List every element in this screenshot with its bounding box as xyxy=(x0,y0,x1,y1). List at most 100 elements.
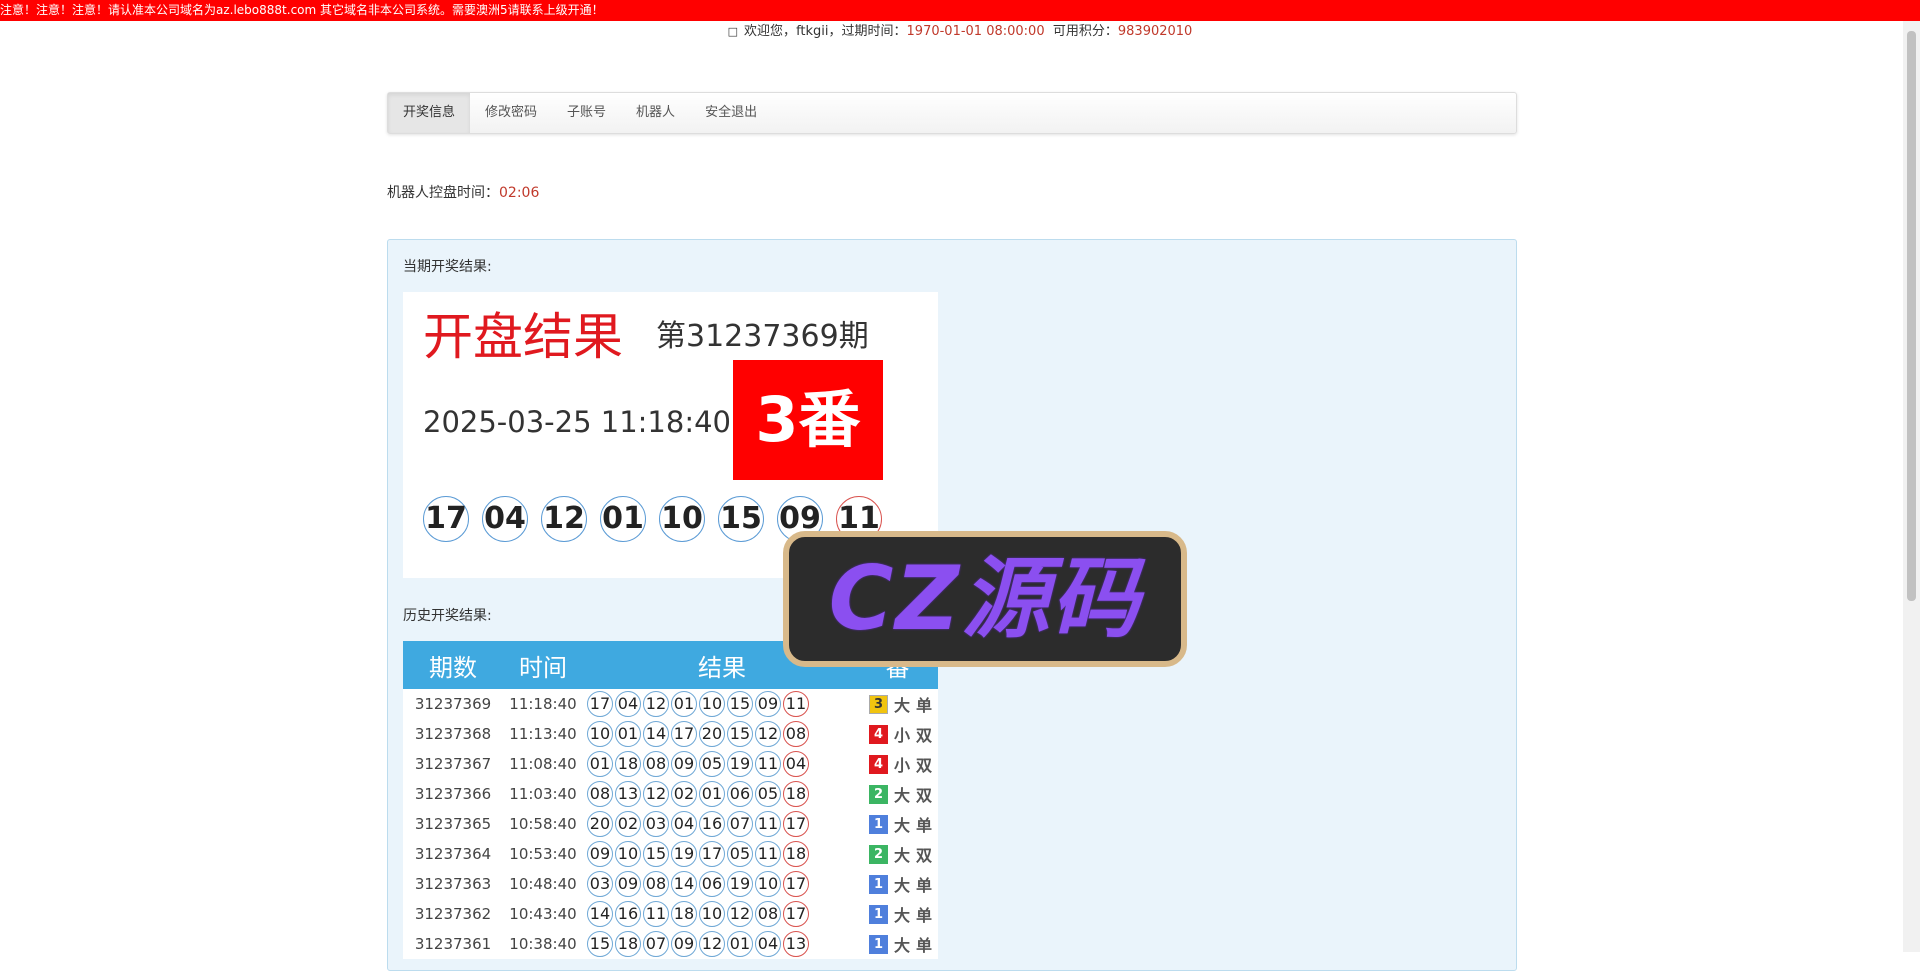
row-fan: 4小双 xyxy=(857,749,938,779)
number-ball: 01 xyxy=(698,781,725,807)
col-header-issue: 期数 xyxy=(428,653,477,682)
welcome-prefix: 欢迎您， xyxy=(744,24,797,39)
row-time: 11:08:40 xyxy=(509,755,577,773)
size-tag: 大 xyxy=(893,816,910,835)
fan-badge: 1 xyxy=(868,934,888,954)
row-time: 11:03:40 xyxy=(509,785,577,803)
nav-item-logout[interactable]: 安全退出 xyxy=(690,93,772,133)
number-ball: 06 xyxy=(698,871,725,897)
number-ball: 17 xyxy=(698,841,725,867)
fan-badge: 3 xyxy=(868,694,888,714)
number-ball: 20 xyxy=(698,721,725,747)
number-ball: 10 xyxy=(698,901,725,927)
number-ball: 15 xyxy=(726,691,753,717)
row-balls: 08 13 12 02 01 06 05 18 xyxy=(583,779,857,809)
size-tag: 大 xyxy=(893,936,910,955)
number-ball: 15 xyxy=(718,496,764,542)
row-balls: 03 09 08 14 06 19 10 17 xyxy=(583,869,857,899)
table-row: 31237364 10:53:40 09 10 15 19 17 05 11 18 2 大双 xyxy=(403,839,938,869)
result-title: 开盘结果 xyxy=(423,308,623,366)
nav-item-draw-info[interactable]: 开奖信息 xyxy=(388,93,471,133)
col-header-time: 时间 xyxy=(518,653,567,682)
row-balls: 14 16 11 18 10 12 08 17 xyxy=(583,899,857,929)
fan-badge: 2 xyxy=(868,844,888,864)
number-ball: 17 xyxy=(423,496,469,542)
size-tag: 小 xyxy=(893,756,910,775)
fan-badge: 4 xyxy=(868,754,888,774)
row-fan: 1大单 xyxy=(857,809,938,839)
size-tag: 大 xyxy=(893,876,910,895)
fan-badge: 1 xyxy=(868,874,888,894)
row-issue: 31237364 xyxy=(414,845,492,863)
number-ball: 13 xyxy=(782,931,809,957)
number-ball: 01 xyxy=(586,751,613,777)
number-ball: 06 xyxy=(726,781,753,807)
row-issue: 31237363 xyxy=(414,875,492,893)
parity-tag: 双 xyxy=(915,756,932,775)
parity-tag: 单 xyxy=(915,876,932,895)
parity-tag: 单 xyxy=(915,936,932,955)
row-issue: 31237369 xyxy=(414,695,492,713)
draw-datetime: 2025-03-25 11:18:40 xyxy=(423,405,731,439)
parity-tag: 单 xyxy=(915,696,932,715)
number-ball: 12 xyxy=(642,691,669,717)
row-time: 10:38:40 xyxy=(509,935,577,953)
parity-tag: 双 xyxy=(915,786,932,805)
watermark-logo: CZ源码 xyxy=(783,531,1187,667)
row-issue: 31237368 xyxy=(414,725,492,743)
fan-badge: 4 xyxy=(868,724,888,744)
number-ball: 18 xyxy=(782,781,809,807)
row-fan: 3大单 xyxy=(857,689,938,719)
number-ball: 18 xyxy=(614,931,641,957)
number-ball: 16 xyxy=(614,901,641,927)
number-ball: 08 xyxy=(642,751,669,777)
number-ball: 09 xyxy=(754,691,781,717)
number-ball: 14 xyxy=(586,901,613,927)
points-value: 983902010 xyxy=(1117,24,1193,39)
row-balls: 09 10 15 19 17 05 11 18 xyxy=(583,839,857,869)
number-ball: 12 xyxy=(541,496,587,542)
nav-item-robot[interactable]: 机器人 xyxy=(621,93,690,133)
number-ball: 08 xyxy=(642,871,669,897)
nav-item-change-password[interactable]: 修改密码 xyxy=(470,93,552,133)
table-row: 31237363 10:48:40 03 09 08 14 06 19 10 17 1 大单 xyxy=(403,869,938,899)
row-balls: 10 01 14 17 20 15 12 08 xyxy=(583,719,857,749)
expire-label: ，过期时间： xyxy=(828,24,907,39)
number-ball: 07 xyxy=(726,811,753,837)
row-balls: 20 02 03 04 16 07 11 17 xyxy=(583,809,857,839)
robot-time-value: 02:06 xyxy=(499,185,540,201)
row-time: 10:53:40 xyxy=(509,845,577,863)
row-fan: 1大单 xyxy=(857,899,938,929)
row-time: 11:18:40 xyxy=(509,695,577,713)
size-tag: 大 xyxy=(893,846,910,865)
size-tag: 小 xyxy=(893,726,910,745)
number-ball: 11 xyxy=(754,841,781,867)
table-row: 31237362 10:43:40 14 16 11 18 10 12 08 17 1 大单 xyxy=(403,899,938,929)
table-row: 31237366 11:03:40 08 13 12 02 01 06 05 18 2 大双 xyxy=(403,779,938,809)
current-result-label: 当期开奖结果: xyxy=(403,259,492,275)
page-scrollbar[interactable] xyxy=(1903,21,1920,952)
number-ball: 08 xyxy=(754,901,781,927)
scroll-thumb[interactable] xyxy=(1907,31,1916,601)
number-ball: 05 xyxy=(754,781,781,807)
size-tag: 大 xyxy=(893,696,910,715)
row-issue: 31237362 xyxy=(414,905,492,923)
fan-badge: 2 xyxy=(868,784,888,804)
history-result-label: 历史开奖结果: xyxy=(403,608,492,624)
number-ball: 01 xyxy=(614,721,641,747)
table-row: 31237367 11:08:40 01 18 08 09 05 19 11 04 4 小双 xyxy=(403,749,938,779)
row-fan: 2大双 xyxy=(857,839,938,869)
number-ball: 10 xyxy=(614,841,641,867)
main-nav: 开奖信息 修改密码 子账号 机器人 安全退出 xyxy=(387,92,1517,134)
number-ball: 03 xyxy=(642,811,669,837)
number-ball: 16 xyxy=(698,811,725,837)
number-ball: 01 xyxy=(670,691,697,717)
number-ball: 01 xyxy=(726,931,753,957)
number-ball: 10 xyxy=(586,721,613,747)
nav-item-sub-accounts[interactable]: 子账号 xyxy=(552,93,621,133)
history-body: 31237369 11:18:40 17 04 12 01 10 15 09 11 3 大单 31237… xyxy=(403,689,938,959)
expire-value: 1970-01-01 08:00:00 xyxy=(906,24,1045,39)
number-ball: 14 xyxy=(642,721,669,747)
number-ball: 15 xyxy=(586,931,613,957)
row-fan: 4小双 xyxy=(857,719,938,749)
